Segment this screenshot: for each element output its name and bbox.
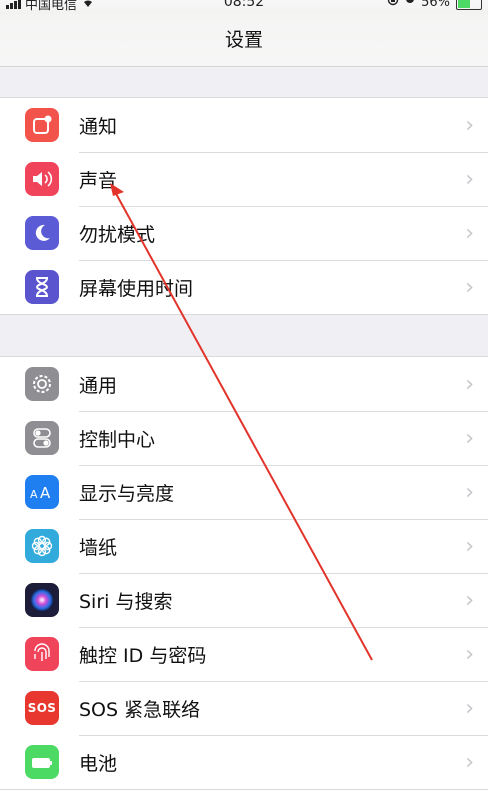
settings-row-label: 通知 bbox=[79, 115, 118, 138]
settings-row-label: Siri 与搜索 bbox=[79, 590, 173, 613]
settings-row-group2-5[interactable]: 触控 ID 与密码 › bbox=[0, 627, 488, 681]
chevron-right-icon: › bbox=[465, 112, 474, 138]
chevron-right-icon: › bbox=[465, 749, 474, 775]
svg-text:A: A bbox=[30, 488, 38, 501]
settings-row-label: 触控 ID 与密码 bbox=[79, 644, 207, 667]
chevron-right-icon: › bbox=[465, 166, 474, 192]
chevron-right-icon: › bbox=[465, 371, 474, 397]
text-size-icon: AA bbox=[25, 475, 59, 509]
location-icon bbox=[405, 0, 415, 10]
navigation-bar: 设置 bbox=[0, 14, 488, 67]
settings-row-label: 通用 bbox=[79, 374, 118, 397]
settings-row-group1-0[interactable]: 通知 › bbox=[0, 98, 488, 152]
moon-icon bbox=[25, 216, 59, 250]
status-right: 56% bbox=[387, 0, 482, 10]
settings-group-2: 通用 › 控制中心 › A A 显示与亮度 › 墙纸 › Siri 与搜索 › 触控 ID 与密码 › SO… bbox=[0, 356, 488, 790]
settings-row-group2-7[interactable]: 电池 › bbox=[0, 735, 488, 789]
settings-row-label: 控制中心 bbox=[79, 428, 156, 451]
settings-row-group1-1[interactable]: 声音 › bbox=[0, 152, 488, 206]
hourglass-icon bbox=[25, 270, 59, 304]
settings-group-1: 通知 › 声音 › 勿扰模式 › 屏幕使用时间 › bbox=[0, 97, 488, 315]
chevron-right-icon: › bbox=[465, 274, 474, 300]
settings-row-group2-6[interactable]: SOS SOS 紧急联络 › bbox=[0, 681, 488, 735]
settings-row-label: 显示与亮度 bbox=[79, 482, 175, 505]
chevron-right-icon: › bbox=[465, 641, 474, 667]
settings-row-label: SOS 紧急联络 bbox=[79, 698, 201, 721]
siri-icon bbox=[25, 583, 59, 617]
chevron-right-icon: › bbox=[465, 695, 474, 721]
fingerprint-icon bbox=[25, 637, 59, 671]
settings-row-label: 屏幕使用时间 bbox=[79, 277, 194, 300]
settings-row-group2-4[interactable]: Siri 与搜索 › bbox=[0, 573, 488, 627]
sos-icon: SOS bbox=[25, 691, 59, 725]
chevron-right-icon: › bbox=[465, 425, 474, 451]
battery-icon bbox=[25, 745, 59, 779]
settings-row-group1-3[interactable]: 屏幕使用时间 › bbox=[0, 260, 488, 314]
chevron-right-icon: › bbox=[465, 479, 474, 505]
battery-status-icon bbox=[456, 0, 482, 10]
settings-row-group2-3[interactable]: 墙纸 › bbox=[0, 519, 488, 573]
flower-icon bbox=[25, 529, 59, 563]
chevron-right-icon: › bbox=[465, 587, 474, 613]
rotation-lock-icon bbox=[387, 0, 399, 10]
status-bar: 中国电信 08:52 56% bbox=[0, 0, 488, 14]
settings-row-label: 墙纸 bbox=[79, 536, 118, 559]
page-title: 设置 bbox=[224, 28, 263, 51]
settings-row-group2-1[interactable]: 控制中心 › bbox=[0, 411, 488, 465]
settings-row-group2-0[interactable]: 通用 › bbox=[0, 357, 488, 411]
toggle-icon bbox=[25, 421, 59, 455]
settings-row-label: 声音 bbox=[79, 169, 118, 192]
settings-row-group2-2[interactable]: A A 显示与亮度 › bbox=[0, 465, 488, 519]
battery-percent: 56% bbox=[421, 0, 450, 10]
settings-row-label: 勿扰模式 bbox=[79, 223, 156, 246]
chevron-right-icon: › bbox=[465, 220, 474, 246]
svg-text:A: A bbox=[40, 484, 51, 501]
chevron-right-icon: › bbox=[465, 533, 474, 559]
settings-row-label: 电池 bbox=[79, 752, 118, 775]
speaker-icon bbox=[25, 162, 59, 196]
notification-icon bbox=[25, 108, 59, 142]
settings-row-group1-2[interactable]: 勿扰模式 › bbox=[0, 206, 488, 260]
gear-icon bbox=[25, 367, 59, 401]
